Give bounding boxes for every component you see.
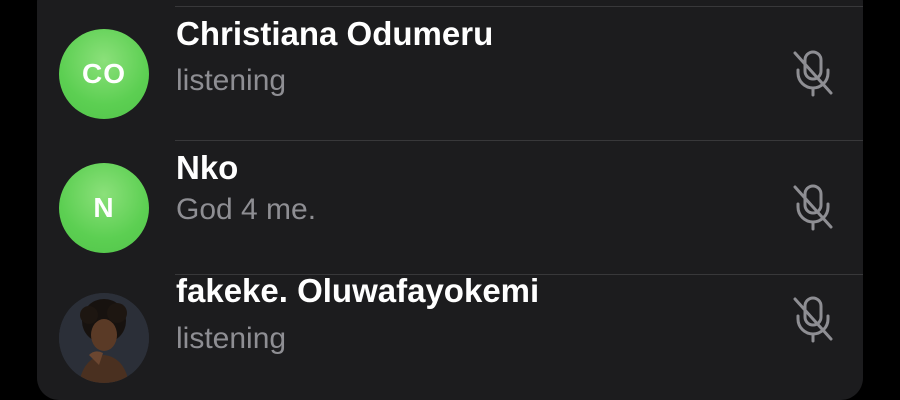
participant-row[interactable]: N Nko God 4 me. xyxy=(37,141,863,275)
mic-muted-icon[interactable] xyxy=(790,295,836,343)
participant-status: listening xyxy=(176,64,287,97)
avatar-initials: N xyxy=(93,192,115,223)
avatar: N xyxy=(59,163,149,253)
avatar-photo xyxy=(59,293,149,383)
participant-status: God 4 me. xyxy=(176,193,317,226)
mic-muted-icon[interactable] xyxy=(790,183,836,231)
mic-muted-icon[interactable] xyxy=(790,49,836,97)
participant-row[interactable]: CO Christiana Odumeru listening xyxy=(37,7,863,141)
participant-row[interactable]: fakeke. Oluwafayokemi listening xyxy=(37,272,863,400)
participant-name: Christiana Odumeru xyxy=(176,15,494,52)
avatar: CO xyxy=(59,29,149,119)
participant-name: fakeke. Oluwafayokemi xyxy=(176,272,540,309)
participant-status: listening xyxy=(176,322,287,355)
participant-name: Nko xyxy=(176,149,239,186)
profile-photo-icon xyxy=(59,293,149,383)
avatar-initials: CO xyxy=(82,58,126,89)
participants-list: CO Christiana Odumeru listening N Nko Go… xyxy=(37,0,863,400)
